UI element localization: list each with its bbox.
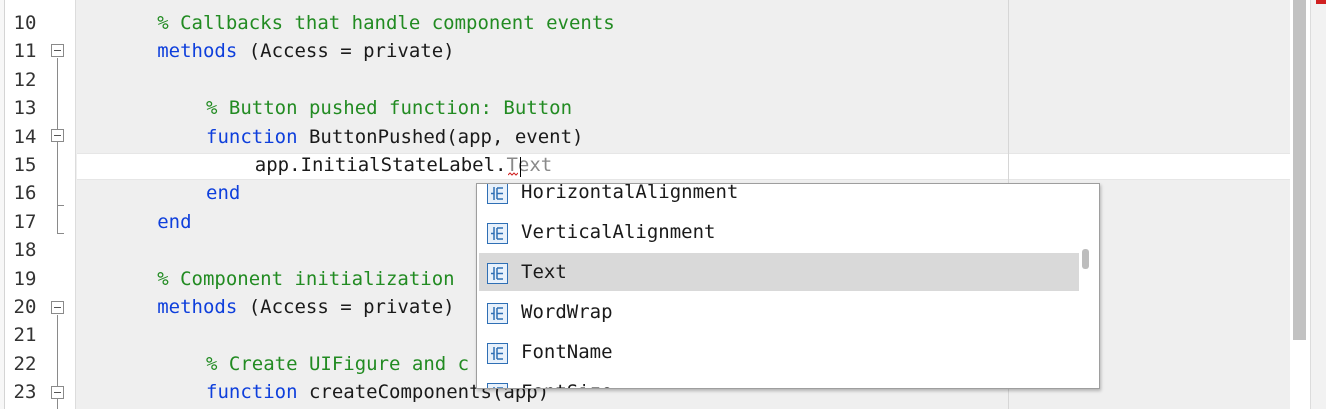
autocomplete-item[interactable]: WordWrap xyxy=(479,293,1079,331)
autocomplete-popup[interactable]: HorizontalAlignment VerticalAlignment Text… xyxy=(476,183,1100,389)
fold-collapse-icon[interactable] xyxy=(51,386,64,399)
keyword-token: function xyxy=(206,381,298,404)
autocomplete-item[interactable]: HorizontalAlignment xyxy=(479,183,1079,211)
line-number: 18 xyxy=(13,239,37,262)
autocomplete-item[interactable]: FontName xyxy=(479,333,1079,371)
autocomplete-item[interactable]: Text xyxy=(479,253,1079,291)
property-icon xyxy=(487,343,508,364)
code-line[interactable]: methods (Access = private) xyxy=(157,37,454,65)
text-caret xyxy=(520,157,521,177)
comment-token: % Button pushed function: Button xyxy=(206,97,573,120)
code-line[interactable]: % Button pushed function: Button xyxy=(206,94,572,122)
error-marker-icon[interactable] xyxy=(1316,0,1326,4)
property-icon xyxy=(487,303,508,324)
autocomplete-item-label: FontName xyxy=(521,341,613,363)
keyword-token: end xyxy=(206,182,241,205)
code-line[interactable]: % Create UIFigure and c xyxy=(206,350,469,378)
fold-collapse-icon[interactable] xyxy=(51,129,64,142)
line-number: 11 xyxy=(13,40,37,63)
keyword-token: methods xyxy=(157,296,238,318)
autocomplete-item[interactable]: VerticalAlignment xyxy=(479,213,1079,251)
code-line[interactable]: end xyxy=(157,208,191,236)
fold-collapse-icon[interactable] xyxy=(51,301,64,314)
line-number: 13 xyxy=(13,97,37,120)
property-icon xyxy=(487,223,508,244)
property-icon xyxy=(487,263,508,284)
error-squiggle-icon xyxy=(508,172,518,176)
vertical-scrollbar-thumb[interactable] xyxy=(1293,0,1306,340)
autocomplete-scrollbar-thumb[interactable] xyxy=(1082,249,1089,269)
autocomplete-item-label: Text xyxy=(521,261,567,283)
code-editor[interactable]: 10 % Callbacks that handle component even… xyxy=(0,0,1326,409)
autocomplete-item-label: WordWrap xyxy=(521,301,613,323)
code-line[interactable]: % Component initialization xyxy=(157,265,454,293)
comment-token: % Component initialization xyxy=(157,267,455,290)
property-icon xyxy=(487,184,508,204)
autocomplete-item-label: FontSize xyxy=(521,373,613,388)
autocomplete-item-label: VerticalAlignment xyxy=(521,221,716,243)
fold-end-tick xyxy=(57,233,64,234)
line-number: 23 xyxy=(13,381,37,404)
code-token: app.InitialStateLabel. xyxy=(254,154,507,176)
line-number: 14 xyxy=(13,125,37,148)
line-number: 20 xyxy=(13,296,37,318)
keyword-token: function xyxy=(206,125,298,148)
property-icon xyxy=(487,383,508,388)
line-number: 16 xyxy=(13,182,37,205)
keyword-token: methods xyxy=(157,40,238,63)
fold-line xyxy=(57,58,58,234)
line-number: 12 xyxy=(13,68,37,91)
code-token: (Access = private) xyxy=(237,296,455,318)
line-number: 19 xyxy=(13,267,37,290)
line-number: 21 xyxy=(13,324,37,347)
code-line[interactable]: function ButtonPushed(app, event) xyxy=(206,123,584,151)
comment-token: % Callbacks that handle component events xyxy=(157,12,615,34)
autocomplete-item[interactable]: FontSize xyxy=(479,373,1079,388)
keyword-token: end xyxy=(157,210,192,233)
comment-token: % Create UIFigure and c xyxy=(206,352,470,375)
line-number: 17 xyxy=(13,210,37,233)
line-number: 22 xyxy=(13,352,37,375)
fold-end-tick xyxy=(57,205,64,206)
line-number: 10 xyxy=(13,12,37,34)
code-line[interactable]: end xyxy=(206,179,240,207)
code-line[interactable]: methods (Access = private) xyxy=(157,293,454,321)
autocomplete-item-label: HorizontalAlignment xyxy=(521,183,739,203)
code-line[interactable]: % Callbacks that handle component events xyxy=(157,9,615,37)
line-number: 15 xyxy=(13,154,37,176)
fold-collapse-icon[interactable] xyxy=(51,44,64,57)
code-token: ButtonPushed(app, event) xyxy=(297,125,584,148)
code-analyzer-marker-bar[interactable] xyxy=(1310,0,1326,409)
code-token: (Access = private) xyxy=(237,40,455,63)
